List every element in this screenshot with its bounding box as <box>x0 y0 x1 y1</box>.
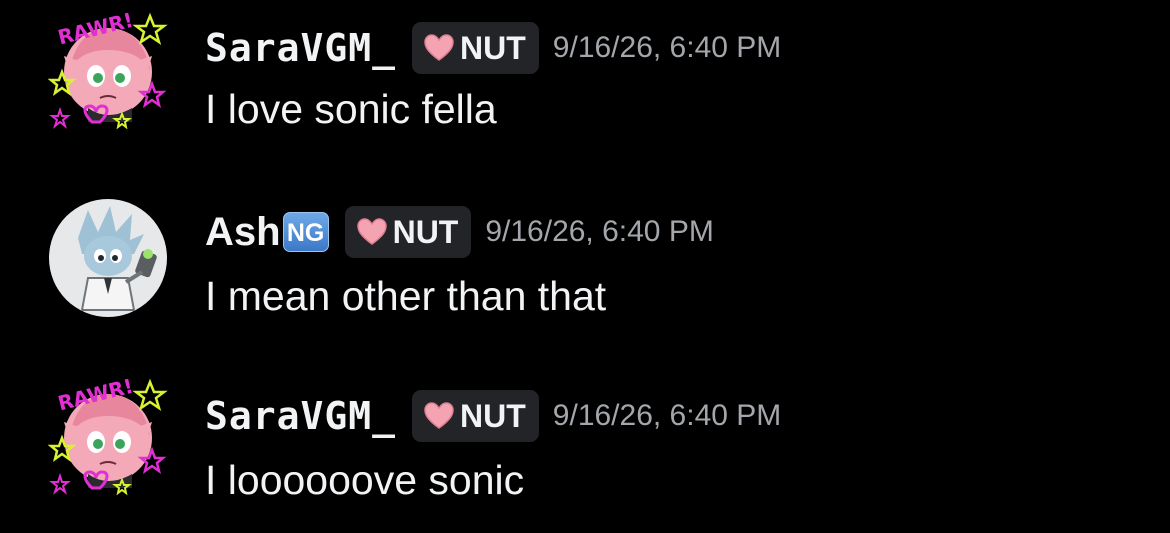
guild-tag-label: NUT <box>392 213 459 250</box>
message-content: I mean other than that <box>205 273 607 319</box>
pink-heart-icon <box>424 402 454 430</box>
username[interactable]: SaraVGM_ <box>205 22 396 74</box>
pink-heart-icon <box>424 34 454 62</box>
guild-tag[interactable]: NUT <box>412 22 539 74</box>
pink-heart-icon <box>356 218 387 246</box>
avatar[interactable]: RAWR! <box>48 10 168 130</box>
timestamp: 9/16/26, 6:40 PM <box>552 31 782 64</box>
chat-message: Ash NG NUT 9/16/26, 6:40 PM I mean other… <box>0 199 1170 354</box>
message-content: I love sonic fella <box>205 86 497 132</box>
guild-tag[interactable]: NUT <box>412 390 539 442</box>
chat-message: RAWR! SaraVGM_ NUT 9/16/26, 6:40 PM I lo… <box>0 10 1170 168</box>
message-header: Ash NG NUT 9/16/26, 6:40 PM <box>205 206 714 258</box>
message-header: SaraVGM_ NUT 9/16/26, 6:40 PM <box>205 22 781 74</box>
guild-tag-label: NUT <box>460 397 526 434</box>
timestamp: 9/16/26, 6:40 PM <box>552 399 782 432</box>
avatar-image <box>49 199 167 317</box>
avatar-image: RAWR! <box>48 376 168 496</box>
chat-message: RAWR! SaraVGM_ NUT 9/16/26, 6:40 PM I lo… <box>0 376 1170 533</box>
message-content: I loooooove sonic <box>205 457 525 503</box>
avatar[interactable]: RAWR! <box>48 376 168 496</box>
message-header: SaraVGM_ NUT 9/16/26, 6:40 PM <box>205 390 781 442</box>
avatar-image: RAWR! <box>48 10 168 130</box>
guild-tag[interactable]: NUT <box>344 206 472 258</box>
guild-tag-label: NUT <box>460 29 526 66</box>
avatar[interactable] <box>48 198 168 318</box>
timestamp: 9/16/26, 6:40 PM <box>485 215 714 248</box>
username[interactable]: Ash <box>205 206 281 258</box>
username[interactable]: SaraVGM_ <box>205 390 396 442</box>
ng-button-emoji: NG <box>282 212 329 252</box>
